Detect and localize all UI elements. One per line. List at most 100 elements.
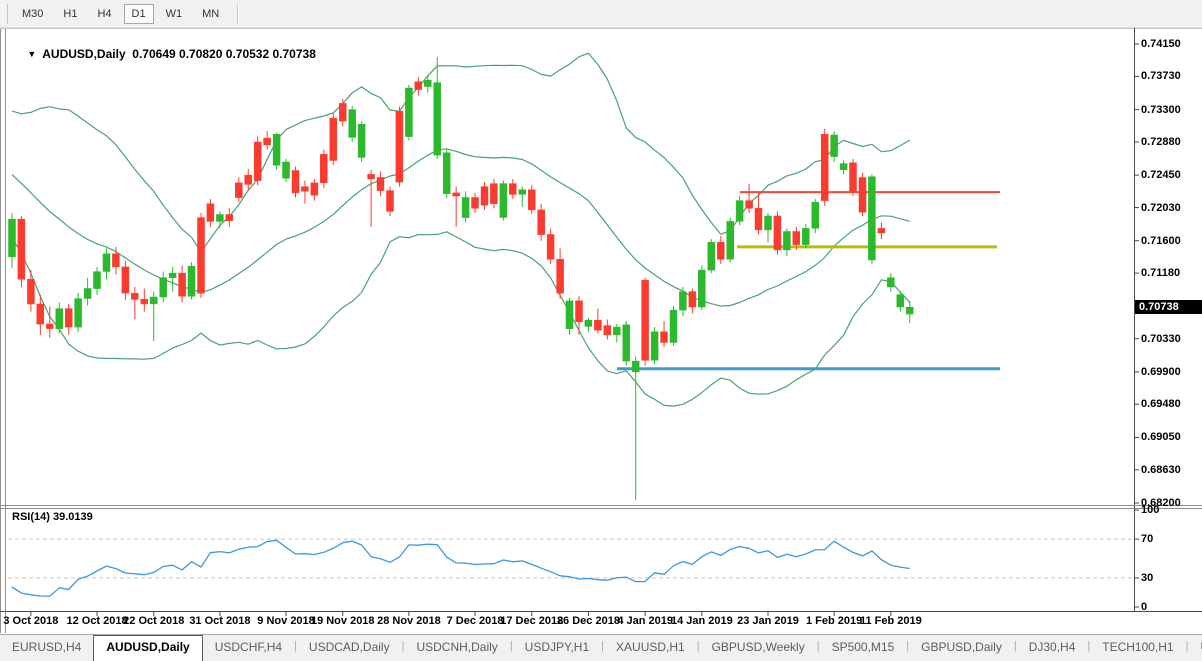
price-axis-label: 0.69050	[1141, 431, 1181, 443]
date-axis-label: 1 Feb 2019	[806, 615, 862, 627]
price-axis-label: 0.73300	[1141, 104, 1181, 116]
candle-body	[94, 272, 101, 289]
candle-body	[216, 215, 223, 222]
date-axis-label: 17 Dec 2018	[500, 615, 563, 627]
chart-tab-audusd-daily[interactable]: AUDUSD,Daily	[93, 635, 202, 661]
candle-body	[906, 307, 913, 314]
candle-body	[594, 320, 601, 330]
chart-tab-gbpusd-weekly[interactable]: GBPUSD,Weekly	[700, 635, 817, 661]
candle-body	[566, 301, 573, 329]
chart-tab-usdcad-daily[interactable]: USDCAD,Daily	[297, 635, 402, 661]
price-axis-label: 0.72450	[1141, 169, 1181, 181]
ohlc-open: 0.70649	[132, 47, 175, 61]
mt4-window: M30H1H4D1W1MN ▼AUDUSD,Daily 0.70649 0.70…	[0, 0, 1202, 661]
candle-body	[18, 219, 25, 279]
candle-body	[188, 266, 195, 296]
candle-body	[396, 111, 403, 182]
candle-body	[604, 326, 611, 335]
candle-body	[812, 202, 819, 228]
price-axis-label: 0.70330	[1141, 333, 1181, 345]
candle-body	[717, 242, 724, 259]
candle-body	[424, 80, 431, 86]
candle-body	[840, 164, 847, 170]
chart-tab-usdcnh-daily[interactable]: USDCNH,Daily	[404, 635, 509, 661]
candle-body	[642, 280, 649, 360]
price-axis-label: 0.69480	[1141, 398, 1181, 410]
candle-body	[472, 198, 479, 209]
candle-body	[141, 299, 148, 304]
chart-tab-eurusd-h4[interactable]: EURUSD,H4	[0, 635, 93, 661]
candle-body	[689, 292, 696, 307]
price-chart-canvas	[0, 0, 1202, 661]
chevron-down-icon[interactable]: ▼	[27, 49, 36, 59]
candle-body	[736, 201, 743, 222]
chart-tab-ul[interactable]: Ul	[1188, 635, 1202, 661]
chart-symbol-label: AUDUSD,Daily	[42, 47, 125, 61]
chart-tabbar: EURUSD,H4AUDUSD,DailyUSDCHF,H4|USDCAD,Da…	[0, 634, 1202, 661]
candle-body	[160, 278, 167, 297]
candle-body	[198, 218, 205, 294]
candle-body	[802, 228, 809, 244]
date-axis-label: 19 Nov 2018	[311, 615, 375, 627]
candle-body	[179, 273, 186, 296]
chart-tab-tech100-h1[interactable]: TECH100,H1	[1090, 635, 1185, 661]
candle-body	[434, 83, 441, 156]
chart-tab-sp500-m15[interactable]: SP500,M15	[820, 635, 907, 661]
candle-body	[528, 190, 535, 210]
price-axis-label: 0.69900	[1141, 366, 1181, 378]
date-axis-label: 22 Oct 2018	[123, 615, 184, 627]
candle-body	[235, 183, 242, 198]
candle-body	[509, 184, 516, 195]
candle-body	[27, 279, 34, 304]
candle-body	[292, 171, 299, 193]
candle-body	[698, 270, 705, 307]
candle-body	[112, 254, 119, 267]
ohlc-low: 0.70532	[226, 47, 269, 61]
chart-tab-gbpusd-daily[interactable]: GBPUSD,Daily	[909, 635, 1014, 661]
chart-tab-dj30-h4[interactable]: DJ30,H4	[1017, 635, 1088, 661]
price-axis-label: 0.72880	[1141, 136, 1181, 148]
candle-body	[56, 309, 63, 329]
candle-body	[207, 204, 214, 222]
candle-body	[613, 327, 620, 335]
bollinger-lower-band	[12, 232, 910, 406]
price-axis-label: 0.68630	[1141, 464, 1181, 476]
candle-body	[443, 153, 450, 194]
date-axis-label: 14 Jan 2019	[671, 615, 733, 627]
candle-body	[415, 82, 422, 90]
current-price-badge: 0.70738	[1135, 300, 1202, 314]
candle-body	[462, 198, 469, 218]
date-axis-label: 31 Oct 2018	[189, 615, 250, 627]
candle-body	[75, 299, 82, 328]
candle-body	[405, 88, 412, 137]
candle-body	[226, 215, 233, 221]
date-axis-label: 7 Dec 2018	[447, 615, 504, 627]
price-axis-label: 0.71180	[1141, 267, 1180, 279]
price-axis-label: 0.74150	[1141, 38, 1181, 50]
candle-body	[679, 292, 686, 311]
candle-body	[84, 289, 91, 299]
candle-body	[765, 216, 772, 230]
date-axis-label: 9 Nov 2018	[257, 615, 314, 627]
candle-body	[793, 232, 800, 245]
candle-body	[670, 310, 677, 342]
rsi-axis-label: 30	[1141, 572, 1153, 584]
candle-body	[755, 208, 762, 230]
candle-body	[150, 297, 157, 304]
candle-body	[349, 110, 356, 138]
candle-body	[453, 193, 460, 196]
candle-body	[887, 278, 894, 287]
candle-body	[727, 221, 734, 259]
candle-body	[821, 134, 828, 200]
ohlc-close: 0.70738	[273, 47, 316, 61]
date-axis-label: 12 Oct 2018	[66, 615, 127, 627]
chart-tab-usdchf-h4[interactable]: USDCHF,H4	[203, 635, 294, 661]
candle-body	[368, 174, 375, 179]
chart-tab-xauusd-h1[interactable]: XAUUSD,H1	[604, 635, 697, 661]
chart-title: ▼ AUDUSD,Daily 0.70649 0.70820 0.70532 0.…	[14, 33, 316, 75]
ohlc-high: 0.70820	[179, 47, 222, 61]
candle-body	[557, 259, 564, 293]
chart-tab-usdjpy-h1[interactable]: USDJPY,H1	[513, 635, 601, 661]
candle-body	[783, 232, 790, 251]
candle-body	[387, 191, 394, 212]
